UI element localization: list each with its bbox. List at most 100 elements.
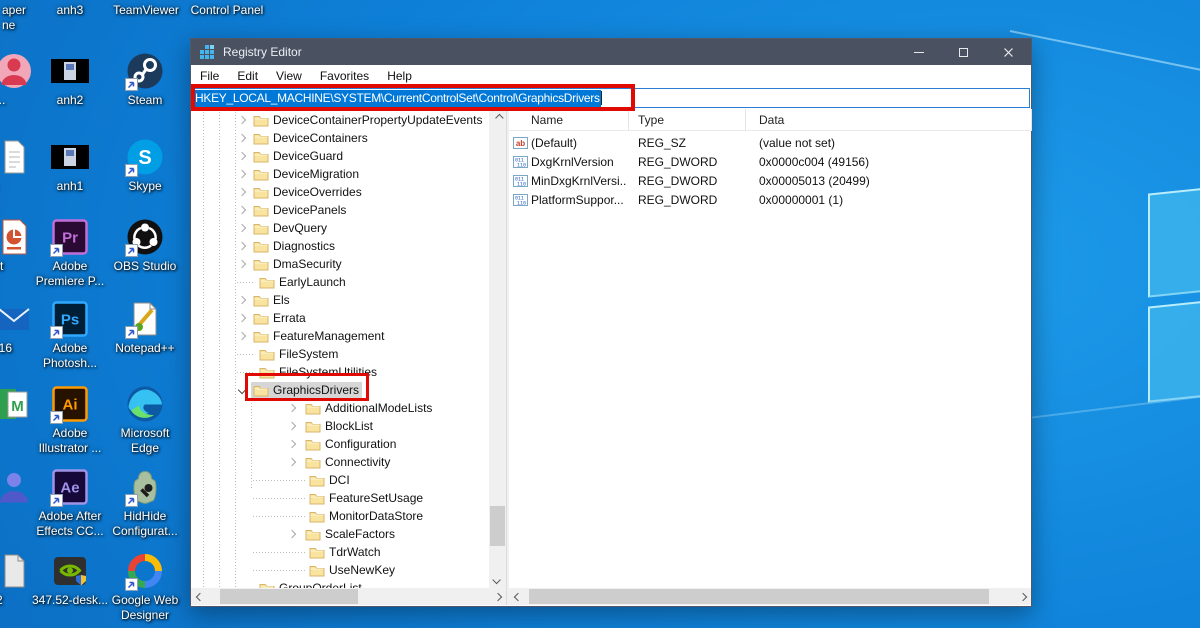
menu-edit[interactable]: Edit [228, 69, 267, 83]
tree-key[interactable]: DeviceContainers [251, 130, 371, 146]
menu-view[interactable]: View [267, 69, 311, 83]
tree-key[interactable]: DmaSecurity [251, 256, 345, 272]
tree-key[interactable]: Diagnostics [251, 238, 338, 254]
tree-key[interactable]: TdrWatch [307, 544, 384, 560]
tree-key[interactable]: FileSystemUtilities [257, 364, 380, 380]
tree-key[interactable]: ScaleFactors [303, 526, 398, 542]
chevron-right-icon[interactable] [238, 332, 246, 340]
tree-item-featuremanagement[interactable]: FeatureManagement [191, 327, 489, 345]
scroll-right-button[interactable] [1014, 588, 1031, 605]
tree-item-blocklist[interactable]: BlockList [191, 417, 489, 435]
tree-item-errata[interactable]: Errata [191, 309, 489, 327]
column-header-type[interactable]: Type [629, 109, 746, 131]
scroll-right-button[interactable] [489, 588, 506, 605]
scroll-left-button[interactable] [191, 588, 208, 605]
tree-key[interactable]: DeviceContainerPropertyUpdateEvents [251, 112, 485, 128]
desktop-icon-label[interactable]: anh3 [30, 3, 110, 18]
chevron-right-icon[interactable] [238, 116, 246, 124]
desktop-icon-adobe[interactable]: PsAdobe Photosh... [30, 300, 110, 371]
chevron-right-icon[interactable] [288, 458, 296, 466]
tree-item-filesystem[interactable]: FileSystem [191, 345, 489, 363]
tree-key[interactable]: GroupOrderList [257, 580, 365, 588]
minimize-button[interactable] [896, 39, 941, 65]
tree-key[interactable]: DeviceOverrides [251, 184, 365, 200]
chevron-down-icon[interactable] [238, 386, 246, 394]
tree-item-dmasecurity[interactable]: DmaSecurity [191, 255, 489, 273]
chevron-right-icon[interactable] [288, 404, 296, 412]
tree-key[interactable]: FeatureSetUsage [307, 490, 426, 506]
tree-key[interactable]: Configuration [303, 436, 399, 452]
tree-key[interactable]: FileSystem [257, 346, 341, 362]
menu-favorites[interactable]: Favorites [311, 69, 378, 83]
value-row-platformsuppor[interactable]: 011110PlatformSuppor...REG_DWORD0x000000… [509, 191, 1031, 210]
tree-key[interactable]: DevicePanels [251, 202, 349, 218]
chevron-right-icon[interactable] [238, 206, 246, 214]
tree-item-dci[interactable]: DCI [191, 471, 489, 489]
tree-item-graphicsdrivers[interactable]: GraphicsDrivers [191, 381, 489, 399]
tree-item-diagnostics[interactable]: Diagnostics [191, 237, 489, 255]
scrollbar-thumb[interactable] [220, 589, 358, 604]
chevron-right-icon[interactable] [238, 170, 246, 178]
values-horizontal-scrollbar[interactable] [509, 588, 1031, 605]
tree-horizontal-scrollbar[interactable] [191, 588, 506, 605]
desktop-icon-hidhide[interactable]: HidHide Configurat... [105, 468, 185, 539]
desktop-icon-label[interactable]: TeamViewer [106, 3, 186, 18]
tree-selected-key[interactable]: GraphicsDrivers [251, 382, 362, 398]
tree-item-connectivity[interactable]: Connectivity [191, 453, 489, 471]
tree-item-earlylaunch[interactable]: EarlyLaunch [191, 273, 489, 291]
desktop-icon-adobe[interactable]: PrAdobe Premiere P... [30, 218, 110, 289]
tree-item-featuresetusage[interactable]: FeatureSetUsage [191, 489, 489, 507]
desktop-icon-adobe[interactable]: AiAdobe Illustrator ... [30, 385, 110, 456]
tree-key[interactable]: MonitorDataStore [307, 508, 426, 524]
tree-item-configuration[interactable]: Configuration [191, 435, 489, 453]
tree-item-devicecontainers[interactable]: DeviceContainers [191, 129, 489, 147]
tree-key[interactable]: DevQuery [251, 220, 330, 236]
column-header-name[interactable]: Name [509, 109, 629, 131]
tree-key[interactable]: Els [251, 292, 293, 308]
tree-item-grouporderlist[interactable]: GroupOrderList [191, 579, 489, 588]
address-bar-input[interactable]: HKEY_LOCAL_MACHINE\SYSTEM\CurrentControl… [192, 88, 1030, 108]
desktop-icon-anh1[interactable]: anh1 [30, 138, 110, 194]
tree-key[interactable]: DeviceGuard [251, 148, 346, 164]
tree-key[interactable]: AdditionalModeLists [303, 400, 435, 416]
tree-item-els[interactable]: Els [191, 291, 489, 309]
value-row-dxgkrnlversion[interactable]: 011110DxgKrnlVersionREG_DWORD0x0000c004 … [509, 153, 1031, 172]
tree-item-devicecontainerpropertyupdateevents[interactable]: DeviceContainerPropertyUpdateEvents [191, 111, 489, 129]
chevron-right-icon[interactable] [288, 440, 296, 448]
tree-item-tdrwatch[interactable]: TdrWatch [191, 543, 489, 561]
chevron-right-icon[interactable] [238, 296, 246, 304]
desktop-icon-notepad-[interactable]: Notepad++ [105, 300, 185, 356]
tree-item-devicepanels[interactable]: DevicePanels [191, 201, 489, 219]
value-row-mindxgkrnlversi[interactable]: 011110MinDxgKrnlVersi...REG_DWORD0x00005… [509, 172, 1031, 191]
desktop-icon-microsoft[interactable]: Microsoft Edge [105, 385, 185, 456]
chevron-right-icon[interactable] [238, 188, 246, 196]
tree-item-scalefactors[interactable]: ScaleFactors [191, 525, 489, 543]
chevron-right-icon[interactable] [238, 134, 246, 142]
chevron-right-icon[interactable] [238, 314, 246, 322]
menu-help[interactable]: Help [378, 69, 421, 83]
tree-item-monitordatastore[interactable]: MonitorDataStore [191, 507, 489, 525]
scroll-down-button[interactable] [489, 571, 506, 588]
tree-key[interactable]: UseNewKey [307, 562, 398, 578]
scrollbar-track[interactable] [526, 588, 1014, 605]
tree-item-usenewkey[interactable]: UseNewKey [191, 561, 489, 579]
chevron-right-icon[interactable] [288, 422, 296, 430]
desktop-icon-anh2[interactable]: anh2 [30, 52, 110, 108]
tree-key[interactable]: FeatureManagement [251, 328, 387, 344]
tree-item-deviceguard[interactable]: DeviceGuard [191, 147, 489, 165]
tree-key[interactable]: BlockList [303, 418, 376, 434]
scrollbar-track[interactable] [208, 588, 489, 605]
chevron-right-icon[interactable] [238, 224, 246, 232]
maximize-button[interactable] [941, 39, 986, 65]
tree-item-additionalmodelists[interactable]: AdditionalModeLists [191, 399, 489, 417]
tree-vertical-scrollbar[interactable] [489, 109, 506, 588]
desktop-icon-adobe-after[interactable]: AeAdobe After Effects CC... [30, 468, 110, 539]
chevron-right-icon[interactable] [238, 242, 246, 250]
chevron-right-icon[interactable] [238, 260, 246, 268]
tree-key[interactable]: EarlyLaunch [257, 274, 349, 290]
tree-key[interactable]: DeviceMigration [251, 166, 362, 182]
desktop-icon-label[interactable]: Control Panel [182, 3, 272, 18]
tree-key[interactable]: Errata [251, 310, 309, 326]
desktop-icon-steam[interactable]: Steam [105, 52, 185, 108]
scrollbar-thumb[interactable] [529, 589, 989, 604]
